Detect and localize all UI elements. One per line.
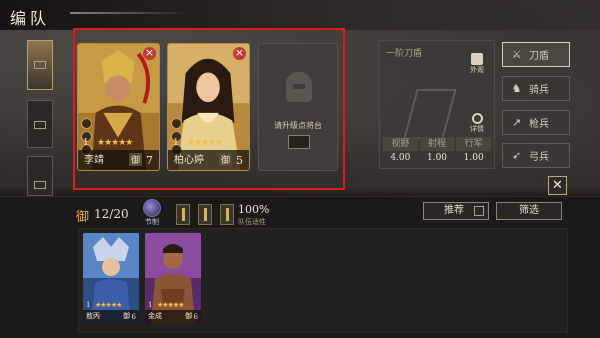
tab-glyph-icon <box>34 181 46 189</box>
stats-header-row: 视野 射程 行军 <box>382 137 492 151</box>
stat-value: 1.00 <box>426 153 448 163</box>
appearance-icon <box>471 53 483 65</box>
stat-header: 视野 <box>383 137 418 151</box>
hero-cost: 6 <box>193 313 198 321</box>
bow-icon: ➶ <box>511 149 522 162</box>
hero-count: 12/20 <box>94 207 129 221</box>
troop-type-spear[interactable]: ↗ 枪兵 <box>502 110 570 135</box>
hero-level: 1 <box>148 301 153 309</box>
page-title: 编队 <box>10 9 51 28</box>
title-underline <box>70 12 190 14</box>
hero-stars: ★★★★★ <box>157 301 184 309</box>
spear-icon: ↗ <box>511 116 522 129</box>
roster-hero-card-ao-bing[interactable]: 1 ★★★★★ 敖丙 御 6 <box>83 233 139 323</box>
side-tab-1[interactable] <box>27 40 53 90</box>
stat-value: 4.00 <box>390 153 411 163</box>
sword-shield-icon: ⚔ <box>511 48 522 61</box>
stat-header: 行军 <box>456 137 492 151</box>
hero-name: 金成 <box>148 312 162 320</box>
fitness-percent: 100% <box>238 203 270 216</box>
hero-level: 1 <box>86 301 91 309</box>
detail-button[interactable]: 详情 <box>466 113 488 134</box>
troop-type-sword-shield[interactable]: ⚔ 刀盾 <box>502 42 570 67</box>
troop-type-label: 骑兵 <box>529 85 549 96</box>
troop-type-label: 弓兵 <box>529 152 549 163</box>
troop-slot-icon <box>176 204 190 225</box>
recommend-label: 推荐 <box>444 205 464 216</box>
stat-header: 射程 <box>419 137 455 151</box>
stat-value: 1.00 <box>463 153 484 163</box>
hero-cost: 6 <box>131 313 136 321</box>
troop-name: 一阶刀盾 <box>386 49 423 59</box>
formation-screen: 编队 × 1 ★★★★★ 李靖 御 7 × 1 ★★★★★ 柏心婷 御 5 请升… <box>0 0 600 338</box>
close-icon[interactable]: ✕ <box>548 176 567 195</box>
selection-highlight <box>73 28 345 190</box>
filter-label: 筛选 <box>519 205 539 216</box>
side-tab-2[interactable] <box>27 100 53 148</box>
troop-slot-icon <box>220 204 234 225</box>
side-tab-3[interactable] <box>27 156 53 196</box>
filter-button[interactable]: 筛选 <box>496 202 562 220</box>
troop-stats: 视野 射程 行军 4.00 1.00 1.00 <box>382 137 492 165</box>
fitness-label: 队伍适性 <box>238 218 266 226</box>
roster-hero-card-jin-cheng[interactable]: 1 ★★★★★ 金成 御 6 <box>145 233 201 323</box>
troop-type-label: 枪兵 <box>529 119 549 130</box>
tab-glyph-icon <box>34 121 46 129</box>
recommend-button[interactable]: 推荐 <box>423 202 489 220</box>
horse-icon: ♞ <box>511 82 522 95</box>
magnifier-icon <box>471 113 483 124</box>
troop-type-archer[interactable]: ➶ 弓兵 <box>502 143 570 168</box>
hero-stars: ★★★★★ <box>95 301 122 309</box>
hero-name: 敖丙 <box>86 312 100 320</box>
troop-type-cavalry[interactable]: ♞ 骑兵 <box>502 76 570 101</box>
recommend-checkbox[interactable] <box>474 206 484 216</box>
top-bar <box>0 0 600 30</box>
jiezhi-orb-icon <box>143 199 161 217</box>
troop-info-panel: 一阶刀盾 外观 详情 视野 射程 行军 4.00 1.00 1.00 <box>379 40 495 169</box>
detail-label: 详情 <box>470 125 484 133</box>
jiezhi-badge[interactable]: 节制 <box>141 199 163 227</box>
hero-faction-tag: 御 <box>185 312 192 320</box>
faction-label: 御 <box>76 210 90 225</box>
hero-faction-tag: 御 <box>123 312 130 320</box>
troop-type-label: 刀盾 <box>529 51 549 62</box>
troop-slot-icon <box>198 204 212 225</box>
troop-emblem-icon <box>403 89 457 139</box>
appearance-label: 外观 <box>470 66 484 74</box>
appearance-button[interactable]: 外观 <box>466 53 488 75</box>
jiezhi-label: 节制 <box>145 218 159 226</box>
tab-glyph-icon <box>34 61 46 69</box>
stats-value-row: 4.00 1.00 1.00 <box>382 151 492 165</box>
